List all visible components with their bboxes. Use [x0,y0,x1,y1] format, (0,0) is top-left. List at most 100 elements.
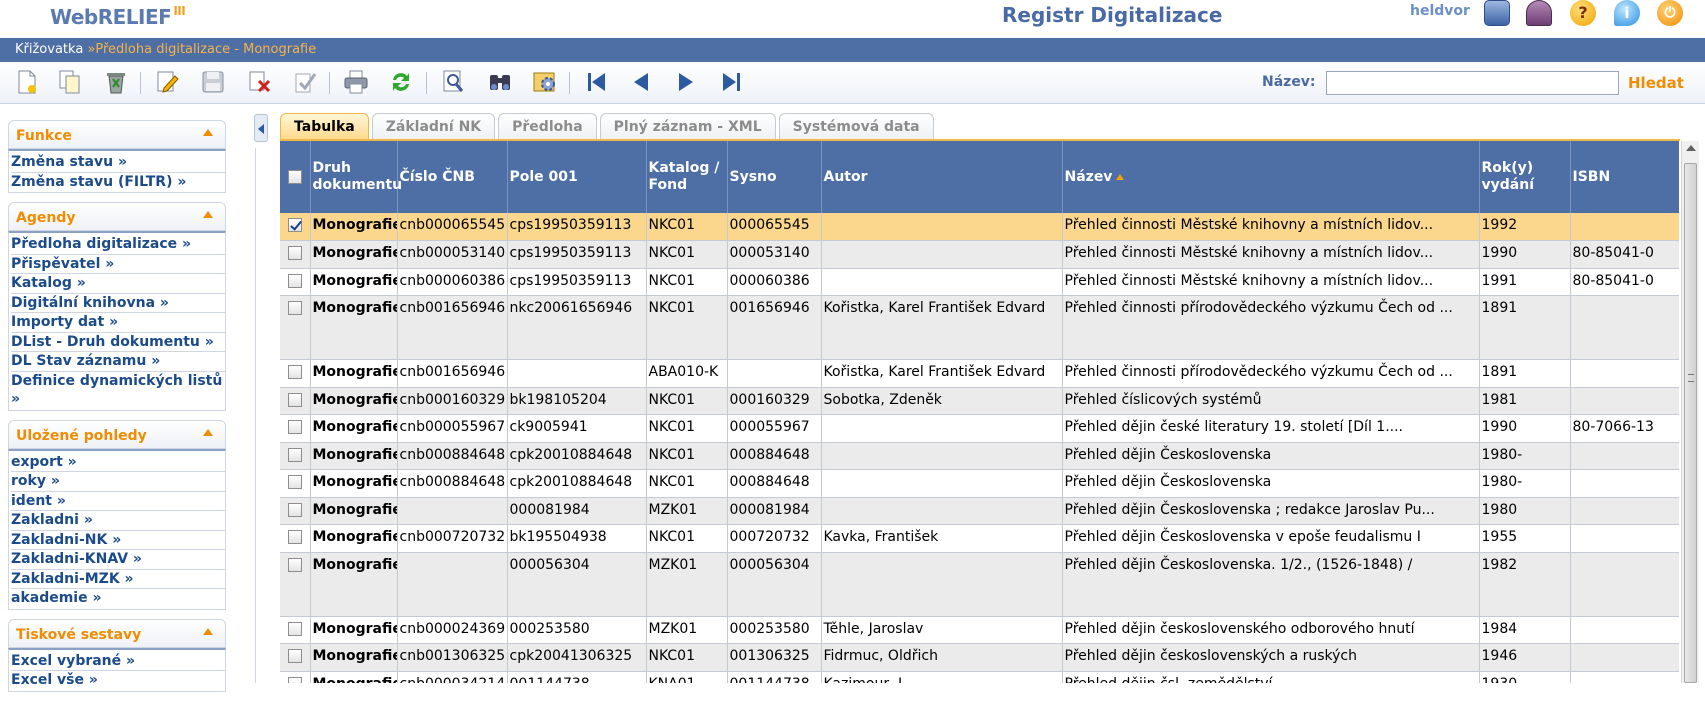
sidebar-link[interactable]: Zakladni » [11,511,225,531]
refresh-icon[interactable] [388,69,414,95]
confirm-icon[interactable] [293,69,319,95]
last-icon[interactable] [718,69,744,95]
next-icon[interactable] [673,69,699,95]
save-icon[interactable] [200,69,226,95]
collapse-arrow-icon[interactable] [203,211,213,218]
row-checkbox[interactable] [287,273,302,288]
select-all-checkbox[interactable] [287,169,302,184]
sidebar-link[interactable]: ident » [11,492,225,511]
user-settings-icon[interactable] [1526,0,1552,26]
new-record-icon[interactable] [14,69,40,95]
scroll-up-icon[interactable] [1686,145,1696,151]
row-checkbox[interactable] [287,365,302,379]
column-header-druh[interactable]: Druh dokumentu [310,141,402,213]
table-row[interactable]: Monografie cnb000024369 000253580 MZK01 0002… [280,616,1679,644]
edit-icon[interactable] [155,69,181,95]
previous-icon[interactable] [628,69,654,95]
search-button[interactable]: Hledat [1628,74,1684,92]
row-checkbox[interactable] [287,218,302,232]
sidebar-link[interactable]: export » [11,453,225,472]
table-row[interactable]: Monografie cnb000160329 bk198105204 NKC01 00… [280,387,1679,415]
column-header-sysno[interactable]: Sysno [727,141,822,213]
logout-icon[interactable]: ⏻ [1657,0,1683,26]
info-icon[interactable]: i [1614,0,1640,26]
table-row[interactable]: Monografie cnb000065545 cps19950359113 NKC0… [280,213,1679,241]
sidebar-panel-header[interactable]: Uložené pohledy [8,419,226,449]
binoculars-icon[interactable] [487,69,513,95]
sidebar-link[interactable]: Digitální knihovna » [11,294,225,313]
row-checkbox[interactable] [287,392,302,407]
sidebar-link[interactable]: Změna stavu » [11,153,225,173]
table-row[interactable]: Monografie cnb001656946 nkc20061656946 NKC0… [280,295,1679,360]
tab-2[interactable]: Předloha [498,113,597,140]
breadcrumb-root[interactable]: Křižovatka [15,42,83,57]
search-input[interactable] [1326,71,1619,95]
sidebar-link[interactable]: akademie » [11,589,225,608]
sidebar-link[interactable]: Definice dynamických listů » [11,372,225,409]
table-row[interactable]: Monografie cnb000720732 bk195504938 NKC01 00… [280,524,1679,553]
delete-icon[interactable] [103,69,129,95]
table-row[interactable]: Monografie cnb000884648 cpk20010884648 NKC0… [280,469,1679,498]
sidebar-panel-header[interactable]: Agendy [8,202,226,231]
sidebar-link[interactable]: Předloha digitalizace » [11,235,225,255]
vertical-scrollbar[interactable] [1681,141,1699,683]
tab-1[interactable]: Základní NK [371,113,496,140]
table-row[interactable]: Monografie cnb000055967 ck9005941 NKC01 0000… [280,414,1679,443]
column-header-isbn[interactable]: ISBN [1570,141,1679,213]
row-checkbox[interactable] [287,530,302,544]
table-row[interactable]: Monografie cnb001656946 ABA010-K Kořistka, … [280,359,1679,388]
tab-0[interactable]: Tabulka [280,113,369,140]
tab-3[interactable]: Plný záznam - XML [599,113,776,140]
table-row[interactable]: Monografie 000081984 MZK01 000081984 Přehled… [280,497,1679,525]
sidebar-link[interactable]: Zakladni-KNAV » [11,550,225,570]
sidebar-link[interactable]: DL Stav záznamu » [11,352,225,372]
print-icon[interactable] [343,69,369,95]
table-row[interactable]: Monografie cnb000060386 cps19950359113 NKC0… [280,268,1679,296]
help-icon[interactable]: ? [1570,0,1596,26]
cancel-icon[interactable] [247,69,273,95]
users-icon[interactable] [1484,0,1510,26]
sidebar-link[interactable]: Importy dat » [11,313,225,333]
sidebar-link[interactable]: Zakladni-MZK » [11,570,225,589]
column-header-nazev[interactable]: Název [1062,141,1480,213]
sidebar-link[interactable]: Zakladni-NK » [11,531,225,550]
row-checkbox[interactable] [287,676,302,683]
column-header-katalog[interactable]: Katalog / Fond [646,141,728,213]
sidebar-link[interactable]: DList - Druh dokumentu » [11,333,225,352]
column-header-rok[interactable]: Rok(y) vydání [1479,141,1571,213]
column-header-cnb[interactable]: Číslo ČNB [397,141,508,213]
row-checkbox[interactable] [287,420,302,434]
collapse-arrow-icon[interactable] [203,129,213,136]
collapse-arrow-icon[interactable] [203,627,213,635]
sidebar-link[interactable]: Katalog » [11,274,225,294]
row-checkbox[interactable] [287,475,302,489]
scrollbar-thumb[interactable] [1684,163,1697,683]
sidebar-link[interactable]: Excel vybrané » [11,652,225,671]
row-checkbox[interactable] [287,557,302,572]
row-checkbox[interactable] [287,621,302,636]
user-name[interactable]: heldvor [1410,3,1470,19]
table-row[interactable]: Monografie cnb000053140 cps19950359113 NKC0… [280,240,1679,269]
row-checkbox[interactable] [287,301,302,315]
tab-4[interactable]: Systémová data [778,113,934,140]
collapse-sidebar-button[interactable] [254,114,268,142]
column-header-autor[interactable]: Autor [821,141,1063,213]
row-checkbox[interactable] [287,246,302,260]
sidebar-panel-header[interactable]: Tiskové sestavy [8,618,226,648]
sidebar-link[interactable]: Přispěvatel » [11,255,225,274]
sidebar-link[interactable]: roky » [11,472,225,492]
copy-icon[interactable] [57,69,83,95]
table-row[interactable]: Monografiecnb000034214001144738KNA010011… [280,671,1679,683]
settings-icon[interactable] [532,69,558,95]
sidebar-link[interactable]: Excel vše » [11,671,225,690]
table-row[interactable]: Monografie 000056304 MZK01 000056304 Přehled… [280,552,1679,617]
row-checkbox[interactable] [287,649,302,663]
app-logo[interactable]: WebRELIEF III [50,4,186,29]
table-row[interactable]: Monografie cnb001306325 cpk20041306325 NKC0… [280,643,1679,672]
sidebar-link[interactable]: Změna stavu (FILTR) » [11,173,225,192]
row-checkbox[interactable] [287,447,302,462]
column-header-pole001[interactable]: Pole 001 [507,141,647,213]
collapse-arrow-icon[interactable] [203,428,213,436]
row-checkbox[interactable] [287,502,302,517]
sidebar-panel-header[interactable]: Funkce [8,120,226,149]
